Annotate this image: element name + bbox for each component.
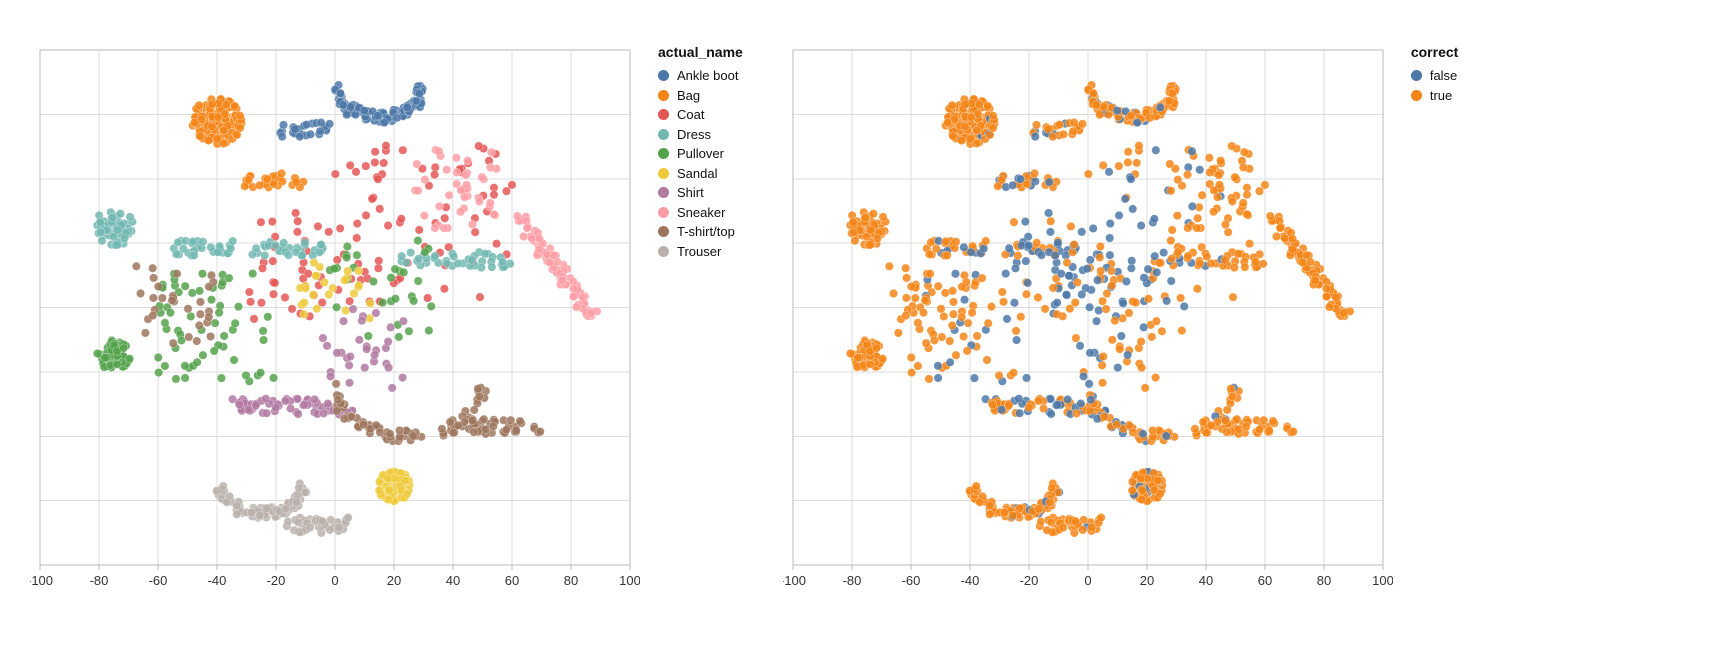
svg-text:-40: -40: [208, 573, 227, 588]
legend-item: Ankle boot: [658, 66, 743, 86]
svg-text:-20: -20: [267, 573, 286, 588]
legend-swatch: [1411, 90, 1422, 101]
svg-text:-20: -20: [1019, 573, 1038, 588]
legend-item: Shirt: [658, 183, 743, 203]
legend-label: Sandal: [677, 164, 717, 184]
legend-item: Sandal: [658, 164, 743, 184]
legend-label: Ankle boot: [677, 66, 738, 86]
legend-label: false: [1430, 66, 1457, 86]
legend-item: true: [1411, 86, 1458, 106]
svg-text:-100: -100: [783, 573, 806, 588]
legend-left: actual_name Ankle bootBagCoatDressPullove…: [658, 44, 743, 261]
legend-item: Dress: [658, 125, 743, 145]
svg-text:60: 60: [1258, 573, 1272, 588]
legend-item: Sneaker: [658, 203, 743, 223]
left-chart: -100 -80 -60 -40 -20 0 20 40 60 80 100: [30, 40, 640, 600]
legend-item: Bag: [658, 86, 743, 106]
svg-text:-60: -60: [149, 573, 168, 588]
svg-text:20: 20: [1140, 573, 1154, 588]
svg-text:100: 100: [1372, 573, 1393, 588]
scatter-plot-right: -100 -80 -60 -40 -20 0 20 40 60 80 100: [783, 40, 1393, 600]
charts-row: -100 -80 -60 -40 -20 0 20 40 60 80 100 actual_name…: [0, 0, 1712, 640]
legend-title: correct: [1411, 44, 1458, 60]
svg-text:-100: -100: [30, 573, 53, 588]
legend-swatch: [658, 129, 669, 140]
legend-swatch: [658, 109, 669, 120]
svg-text:-60: -60: [901, 573, 920, 588]
svg-text:40: 40: [446, 573, 460, 588]
right-panel: -100 -80 -60 -40 -20 0 20 40 60 80 100 correct fals…: [783, 40, 1458, 600]
legend-swatch: [1411, 70, 1422, 81]
right-chart: -100 -80 -60 -40 -20 0 20 40 60 80 100: [783, 40, 1393, 600]
legend-item: false: [1411, 66, 1458, 86]
svg-text:20: 20: [387, 573, 401, 588]
svg-text:100: 100: [619, 573, 640, 588]
svg-text:0: 0: [1084, 573, 1091, 588]
legend-label: Dress: [677, 125, 711, 145]
legend-swatch: [658, 70, 669, 81]
legend-title: actual_name: [658, 44, 743, 60]
svg-text:-80: -80: [842, 573, 861, 588]
legend-label: T-shirt/top: [677, 222, 735, 242]
legend-swatch: [658, 246, 669, 257]
legend-swatch: [658, 187, 669, 198]
svg-text:40: 40: [1199, 573, 1213, 588]
legend-label: Bag: [677, 86, 700, 106]
svg-text:-40: -40: [960, 573, 979, 588]
legend-label: Shirt: [677, 183, 704, 203]
legend-label: Coat: [677, 105, 704, 125]
legend-label: Sneaker: [677, 203, 725, 223]
legend-item: T-shirt/top: [658, 222, 743, 242]
legend-item: Trouser: [658, 242, 743, 262]
legend-swatch: [658, 90, 669, 101]
legend-swatch: [658, 148, 669, 159]
left-panel: -100 -80 -60 -40 -20 0 20 40 60 80 100 actual_name…: [30, 40, 743, 600]
svg-text:0: 0: [331, 573, 338, 588]
legend-item: Pullover: [658, 144, 743, 164]
legend-label: true: [1430, 86, 1452, 106]
legend-swatch: [658, 207, 669, 218]
legend-swatch: [658, 226, 669, 237]
svg-text:-80: -80: [90, 573, 109, 588]
legend-label: Pullover: [677, 144, 724, 164]
legend-swatch: [658, 168, 669, 179]
scatter-plot-left: -100 -80 -60 -40 -20 0 20 40 60 80 100: [30, 40, 640, 600]
svg-text:80: 80: [564, 573, 578, 588]
legend-right: correct falsetrue: [1411, 44, 1458, 105]
legend-item: Coat: [658, 105, 743, 125]
svg-text:80: 80: [1317, 573, 1331, 588]
legend-label: Trouser: [677, 242, 721, 262]
svg-text:60: 60: [505, 573, 519, 588]
